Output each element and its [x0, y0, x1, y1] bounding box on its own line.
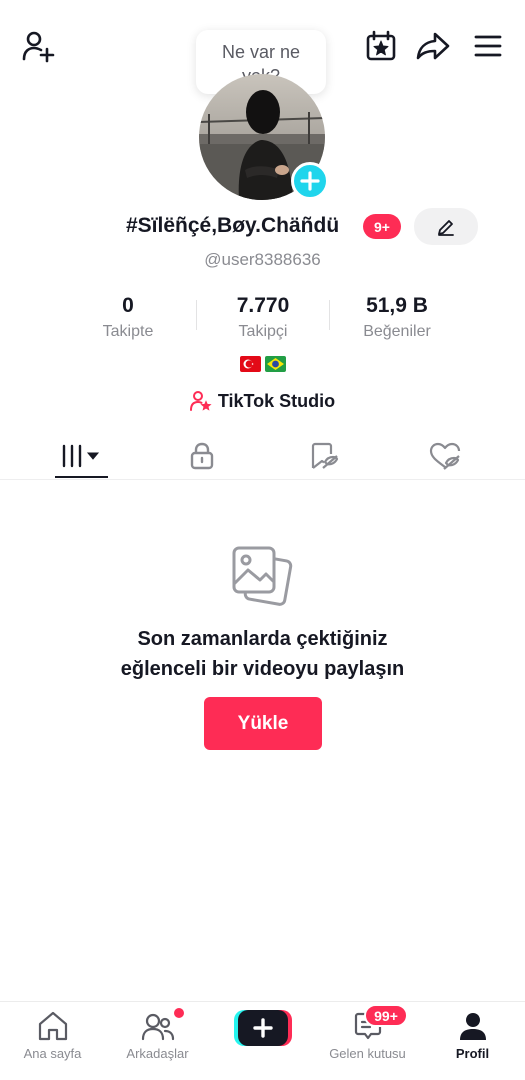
plus-icon — [300, 171, 320, 191]
nav-profile[interactable]: Profil — [420, 1008, 525, 1068]
following-count: 0 — [122, 294, 134, 317]
add-user-icon — [22, 31, 55, 63]
tab-private[interactable] — [137, 434, 267, 478]
studio-label: TikTok Studio — [217, 390, 336, 411]
menu-button[interactable] — [468, 28, 508, 64]
stat-likes[interactable]: 51,9 B Beğeniler — [322, 294, 472, 341]
inbox-badge: 99+ — [364, 1004, 408, 1027]
tab-videos[interactable] — [16, 434, 146, 478]
tabs-divider — [0, 479, 525, 480]
tab-reposts[interactable] — [259, 434, 389, 478]
nav-friends[interactable]: Arkadaşlar — [105, 1008, 210, 1068]
likes-label: Beğeniler — [363, 323, 431, 340]
hamburger-menu-icon — [474, 35, 502, 57]
calendar-button[interactable] — [362, 28, 400, 64]
friends-icon — [141, 1013, 174, 1041]
add-story-button[interactable] — [291, 162, 329, 200]
create-post-button[interactable] — [234, 1010, 292, 1046]
active-tab-indicator — [55, 476, 108, 478]
nav-home[interactable]: Ana sayfa — [0, 1008, 105, 1068]
friends-notification-dot — [174, 1008, 184, 1018]
empty-state-line1: Son zamanlarda çektiğiniz — [137, 628, 388, 650]
nav-friends-label: Arkadaşlar — [126, 1046, 189, 1061]
likes-count: 51,9 B — [366, 294, 428, 317]
add-friend-button[interactable] — [18, 28, 58, 64]
home-icon — [38, 1011, 67, 1041]
empty-state-line2: eğlenceli bir videoyu paylaşın — [120, 658, 405, 680]
followers-count: 7.770 — [236, 294, 290, 317]
tiktok-studio-link[interactable]: TikTok Studio — [0, 390, 525, 412]
nav-home-label: Ana sayfa — [23, 1046, 82, 1061]
bio-flags — [240, 356, 286, 372]
pencil-icon — [438, 219, 454, 236]
bubble-text-line1: Ne var ne — [221, 42, 301, 62]
share-arrow-icon — [416, 32, 450, 60]
tab-liked[interactable] — [380, 434, 510, 478]
empty-state-message: Son zamanlarda çektiğiniz eğlenceli bir … — [0, 624, 525, 684]
nav-profile-label: Profil — [455, 1046, 490, 1061]
creator-star-icon — [189, 391, 212, 411]
stat-following[interactable]: 0 Takipte — [53, 294, 203, 341]
stat-followers[interactable]: 7.770 Takipçi — [188, 294, 338, 341]
notification-badge[interactable]: 9+ — [363, 214, 401, 239]
username: @user8388636 — [204, 250, 321, 269]
repost-icon — [311, 442, 339, 469]
calendar-star-icon — [366, 30, 396, 61]
upload-button[interactable]: Yükle — [204, 697, 322, 750]
turkey-flag-icon — [240, 356, 261, 372]
liked-heart-icon — [429, 442, 461, 470]
share-button[interactable] — [414, 28, 452, 64]
videos-grid-icon — [62, 444, 100, 468]
brazil-flag-icon — [265, 356, 286, 372]
edit-profile-button[interactable] — [414, 208, 478, 245]
lock-icon — [190, 442, 214, 470]
followers-label: Takipçi — [238, 323, 288, 340]
create-plus-icon — [234, 1010, 292, 1046]
following-label: Takipte — [102, 323, 154, 340]
display-name: #Sïlëñçé,Bøy.Chäñdü — [126, 214, 340, 237]
nav-inbox-label: Gelen kutusu — [329, 1046, 406, 1061]
profile-person-icon — [459, 1013, 486, 1040]
photos-placeholder-icon — [228, 544, 294, 608]
